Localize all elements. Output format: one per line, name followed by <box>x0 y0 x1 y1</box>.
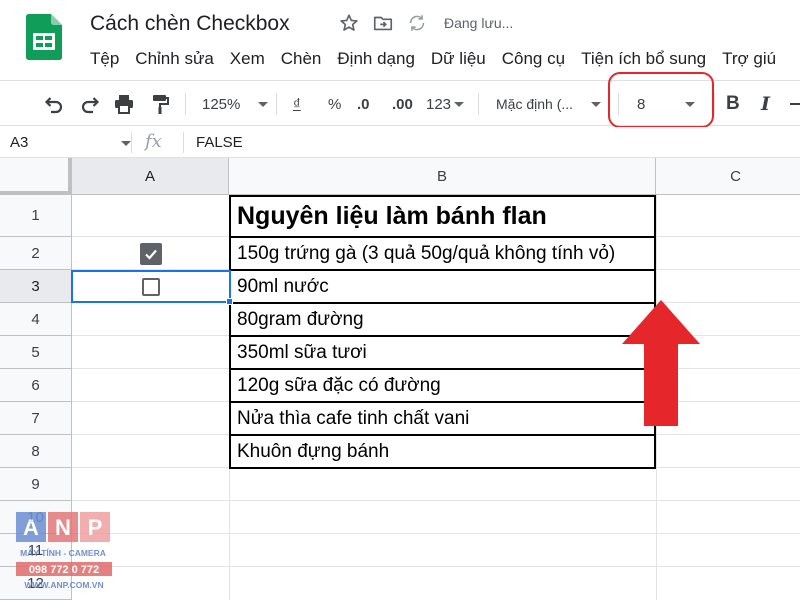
menu-addons[interactable]: Tiện ích bổ sung <box>573 48 714 70</box>
cell-selection <box>71 270 231 303</box>
save-status: Đang lưu... <box>444 15 514 31</box>
increase-decimal-button[interactable]: .00 <box>392 81 413 127</box>
watermark-letter: P <box>88 515 103 540</box>
strikethrough-icon <box>790 103 800 105</box>
document-title[interactable]: Cách chèn Checkbox <box>90 12 290 36</box>
move-folder-icon[interactable] <box>372 12 394 34</box>
increase-decimal-label: .00 <box>392 95 413 113</box>
table-row[interactable]: 120g sữa đặc có đường <box>229 370 656 403</box>
sheets-logo-icon[interactable] <box>26 14 62 60</box>
toolbar-divider <box>185 93 186 115</box>
column-header-b[interactable]: B <box>229 158 656 195</box>
column-header-a[interactable]: A <box>72 158 229 195</box>
font-size-highlight <box>608 72 714 128</box>
row-header[interactable]: 5 <box>0 336 72 369</box>
zoom-value: 125% <box>202 95 241 113</box>
menu-edit[interactable]: Chỉnh sửa <box>127 48 221 70</box>
font-family-value: Mặc định (... <box>496 96 574 112</box>
table-row[interactable]: 150g trứng gà (3 quả 50g/quả không tính … <box>229 238 656 271</box>
fx-icon: fx <box>145 131 162 152</box>
gridline <box>72 533 800 534</box>
menu-file[interactable]: Tệp <box>82 48 127 70</box>
title-bar: Cách chèn Checkbox Đang lưu... Tệp Chỉnh… <box>0 0 800 78</box>
formula-divider <box>131 132 132 153</box>
table-row[interactable]: Nửa thìa cafe tinh chất vani <box>229 403 656 436</box>
column-header-c[interactable]: C <box>656 158 800 195</box>
watermark-letter: A <box>23 515 39 540</box>
name-box[interactable]: A3 <box>10 134 28 151</box>
print-icon <box>115 95 133 114</box>
star-icon[interactable] <box>338 12 360 34</box>
row-header[interactable]: 4 <box>0 303 72 336</box>
undo-button[interactable] <box>42 81 66 127</box>
chevron-down-icon <box>591 101 602 107</box>
row-header[interactable]: 8 <box>0 435 72 468</box>
table-row[interactable]: 80gram đường <box>229 304 656 337</box>
row-header[interactable]: 1 <box>0 195 72 237</box>
checkbox-checked[interactable] <box>139 242 162 265</box>
italic-button[interactable]: I <box>761 81 770 127</box>
chevron-down-icon <box>258 101 269 107</box>
spreadsheet-grid: A B C 1 2 3 4 5 6 7 8 9 10 11 12 Nguyên … <box>0 158 800 600</box>
menu-help[interactable]: Trợ giú <box>714 48 784 70</box>
formula-bar: A3 fx FALSE <box>0 127 800 158</box>
row-header[interactable]: 6 <box>0 369 72 402</box>
menu-view[interactable]: Xem <box>222 48 273 70</box>
anp-logo-icon: A N P MÁY TÍNH - CAMERA 098 772 0 772 WW… <box>16 512 112 590</box>
font-family-select[interactable]: Mặc định (... <box>496 81 602 127</box>
row-header[interactable]: 7 <box>0 402 72 435</box>
row-header[interactable]: 9 <box>0 468 72 501</box>
paint-format-icon <box>153 95 169 114</box>
currency-format-button[interactable]: ₫ <box>293 81 301 127</box>
menu-insert[interactable]: Chèn <box>273 48 330 70</box>
redo-icon <box>81 97 100 114</box>
chevron-down-icon <box>454 101 465 107</box>
menu-data[interactable]: Dữ liệu <box>423 48 494 70</box>
zoom-select[interactable]: 125% <box>202 81 269 127</box>
table-row[interactable]: 350ml sữa tươi <box>229 337 656 370</box>
cell-a2[interactable] <box>72 237 229 270</box>
gridline <box>72 566 800 567</box>
row-header[interactable]: 3 <box>0 270 72 303</box>
menu-tools[interactable]: Công cụ <box>494 48 573 70</box>
decrease-decimal-label: .0 <box>357 95 370 113</box>
checkmark-icon <box>144 249 157 260</box>
anp-watermark-logo: A N P MÁY TÍNH - CAMERA 098 772 0 772 WW… <box>16 512 114 594</box>
annotation-arrow-icon <box>622 300 700 426</box>
undo-icon <box>44 97 63 114</box>
watermark-letter: N <box>55 515 71 540</box>
strikethrough-button[interactable] <box>790 81 800 127</box>
table-header-cell[interactable]: Nguyên liệu làm bánh flan <box>229 195 656 238</box>
toolbar-divider <box>714 93 715 115</box>
redo-button[interactable] <box>78 81 102 127</box>
title-actions: Đang lưu... <box>338 12 513 34</box>
toolbar-divider <box>276 93 277 115</box>
watermark-phone: 098 772 0 772 <box>29 564 99 576</box>
watermark-site: WWW.ANP.COM.VN <box>24 580 103 590</box>
percent-format-button[interactable]: % <box>328 81 341 127</box>
formula-input[interactable]: FALSE <box>196 134 243 151</box>
gridline <box>72 500 800 501</box>
print-button[interactable] <box>112 81 136 127</box>
menu-bar: Tệp Chỉnh sửa Xem Chèn Định dạng Dữ liệu… <box>82 48 784 70</box>
fill-handle[interactable] <box>226 298 233 305</box>
sync-icon <box>409 15 425 31</box>
more-formats-button[interactable]: 123 <box>426 81 465 127</box>
bold-button[interactable]: B <box>726 81 740 127</box>
menu-format[interactable]: Định dạng <box>329 48 423 70</box>
row-header[interactable]: 2 <box>0 237 72 270</box>
chevron-down-icon[interactable] <box>121 141 131 146</box>
select-all-corner[interactable] <box>0 158 72 195</box>
formula-divider <box>183 132 184 153</box>
table-row[interactable]: Khuôn đựng bánh <box>229 436 656 469</box>
paint-format-button[interactable] <box>148 81 172 127</box>
decrease-decimal-button[interactable]: .0 <box>357 81 370 127</box>
more-formats-label: 123 <box>426 95 452 113</box>
table-row[interactable]: 90ml nước <box>229 271 656 304</box>
watermark-tagline: MÁY TÍNH - CAMERA <box>20 548 106 558</box>
toolbar-divider <box>478 93 479 115</box>
